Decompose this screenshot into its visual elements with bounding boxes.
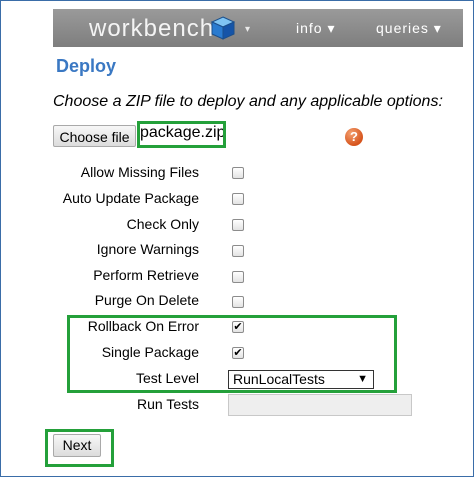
- brand-logo-text[interactable]: workbench: [89, 15, 214, 43]
- run-tests-input[interactable]: [228, 394, 412, 416]
- option-label-check-only: Check Only: [126, 216, 199, 232]
- menu-queries[interactable]: queries ▾: [376, 20, 442, 37]
- instructions-text: Choose a ZIP file to deploy and any appl…: [53, 93, 443, 110]
- help-icon[interactable]: ?: [345, 128, 363, 146]
- checkbox-perform-retrieve[interactable]: [232, 271, 244, 283]
- next-highlight-box: [45, 429, 114, 467]
- option-label-purge-on-delete: Purge On Delete: [94, 292, 199, 308]
- checkbox-auto-update-package[interactable]: [232, 193, 244, 205]
- menu-info[interactable]: info ▾: [296, 20, 336, 37]
- workbench-cube-icon: [210, 16, 236, 40]
- checkbox-ignore-warnings[interactable]: [232, 245, 244, 257]
- checkbox-check-only[interactable]: [232, 219, 244, 231]
- file-highlight-box: [137, 121, 226, 148]
- choose-file-button[interactable]: Choose file: [53, 125, 136, 147]
- option-label-ignore-warnings: Ignore Warnings: [96, 241, 199, 257]
- run-tests-label: Run Tests: [137, 396, 199, 412]
- top-navbar: workbench ▾ info ▾ queries ▾: [53, 9, 463, 47]
- page-title: Deploy: [56, 56, 117, 76]
- checkbox-purge-on-delete[interactable]: [232, 296, 244, 308]
- brand-chevron-down-icon[interactable]: ▾: [245, 24, 250, 35]
- option-label-allow-missing-files: Allow Missing Files: [80, 164, 199, 180]
- checkbox-allow-missing-files[interactable]: [232, 167, 244, 179]
- options-highlight-box: [67, 315, 397, 393]
- option-label-auto-update-package: Auto Update Package: [62, 190, 199, 206]
- option-label-perform-retrieve: Perform Retrieve: [93, 267, 199, 283]
